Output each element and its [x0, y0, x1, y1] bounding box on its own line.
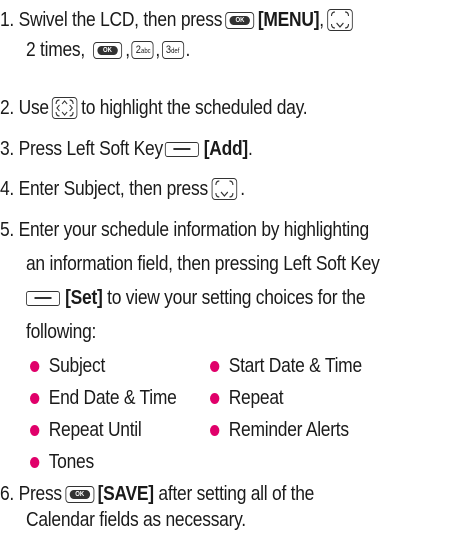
step-5-line-1: 5. Enter your schedule information by hi…	[0, 218, 369, 241]
step-2: 2. Use to highlight the scheduled day.	[0, 96, 308, 119]
list-item: End Date & Time	[30, 382, 177, 414]
step-1-number: 1.	[0, 8, 15, 31]
step-5-line-2: an information field, then pressing Left…	[26, 252, 380, 275]
nav-down-key-icon	[327, 9, 353, 31]
left-soft-key-icon	[26, 290, 60, 306]
ok-key-icon: OK	[92, 41, 122, 59]
nav-key-icon	[52, 97, 78, 119]
step-4: 4. Enter Subject, then press .	[0, 177, 245, 200]
instruction-document: 1. Swivel the LCD, then press OK [MENU],…	[0, 0, 463, 533]
bullet-icon	[210, 360, 220, 372]
bullet-icon	[30, 392, 40, 404]
list-item: Tones	[30, 446, 94, 478]
bullet-icon	[210, 424, 220, 436]
list-item: Subject	[30, 350, 105, 382]
step-1-times-text: 2 times,	[26, 38, 85, 61]
step-5-line-4: following:	[26, 320, 97, 343]
step-1-text: Swivel the LCD, then press	[18, 8, 223, 31]
list-item: Start Date & Time	[210, 350, 362, 382]
list-item: Reminder Alerts	[210, 414, 349, 446]
menu-label: [MENU]	[257, 8, 320, 31]
bullet-icon	[210, 392, 220, 404]
left-soft-key-icon	[164, 141, 199, 157]
step-1-line-1: 1. Swivel the LCD, then press OK [MENU],	[0, 3, 356, 37]
set-label: [Set]	[65, 286, 103, 309]
key-3-def-icon: 3def	[161, 41, 184, 59]
nav-down-key-icon	[211, 178, 237, 200]
step-1-line-2: 2 times, OK , 2abc , 3def.	[26, 38, 191, 61]
bullet-icon	[30, 456, 40, 468]
add-label: [Add]	[203, 137, 248, 160]
bullet-icon	[30, 360, 40, 372]
list-item: Repeat	[210, 382, 284, 414]
bullet-icon	[30, 424, 40, 436]
ok-key-icon: OK	[65, 485, 95, 503]
list-item: Repeat Until	[30, 414, 142, 446]
step-5-line-3: [Set] to view your setting choices for t…	[26, 281, 366, 315]
step-3: 3. Press Left Soft Key [Add].	[0, 137, 253, 160]
step-6-line-2: Calendar fields as necessary.	[26, 508, 246, 531]
ok-key-icon: OK	[225, 11, 255, 29]
key-2-abc-icon: 2abc	[131, 41, 154, 59]
